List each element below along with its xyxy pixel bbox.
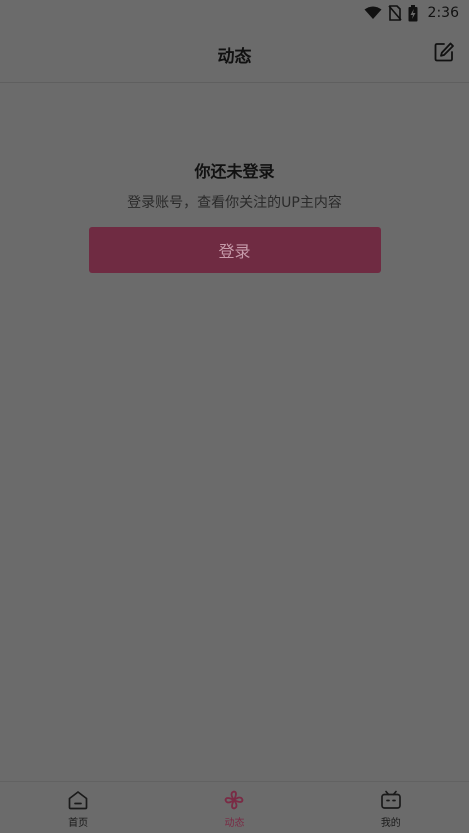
nav-label-home: 首页 bbox=[68, 818, 89, 829]
status-bar: 2:36 bbox=[0, 0, 469, 26]
tv-icon bbox=[379, 788, 403, 812]
bottom-nav: 首页 动态 我的 bbox=[0, 781, 469, 833]
home-icon bbox=[66, 788, 90, 812]
nav-item-home[interactable]: 首页 bbox=[0, 782, 156, 833]
login-prompt: 你还未登录 登录账号，查看你关注的UP主内容 登录 bbox=[0, 150, 469, 273]
nav-label-mine: 我的 bbox=[380, 818, 401, 829]
page-title: 动态 bbox=[217, 46, 252, 67]
login-prompt-title: 你还未登录 bbox=[194, 162, 275, 181]
nav-item-dynamic[interactable]: 动态 bbox=[156, 782, 312, 833]
nav-label-dynamic: 动态 bbox=[224, 818, 245, 829]
app-header: 动态 bbox=[0, 26, 469, 83]
edit-button[interactable] bbox=[431, 41, 457, 67]
pinwheel-icon bbox=[222, 788, 246, 812]
wifi-icon bbox=[364, 6, 382, 20]
app-screen: 2:36 动态 你还未登录 登录账号，查看你关注的UP主内容 登录 首页 动态 … bbox=[0, 0, 469, 833]
login-button[interactable]: 登录 bbox=[88, 227, 381, 273]
status-time: 2:36 bbox=[427, 5, 459, 21]
nav-item-mine[interactable]: 我的 bbox=[313, 782, 469, 833]
edit-icon bbox=[433, 41, 455, 67]
login-prompt-subtitle: 登录账号，查看你关注的UP主内容 bbox=[127, 195, 342, 211]
battery-charging-icon bbox=[408, 4, 418, 22]
no-sim-icon bbox=[387, 5, 402, 21]
